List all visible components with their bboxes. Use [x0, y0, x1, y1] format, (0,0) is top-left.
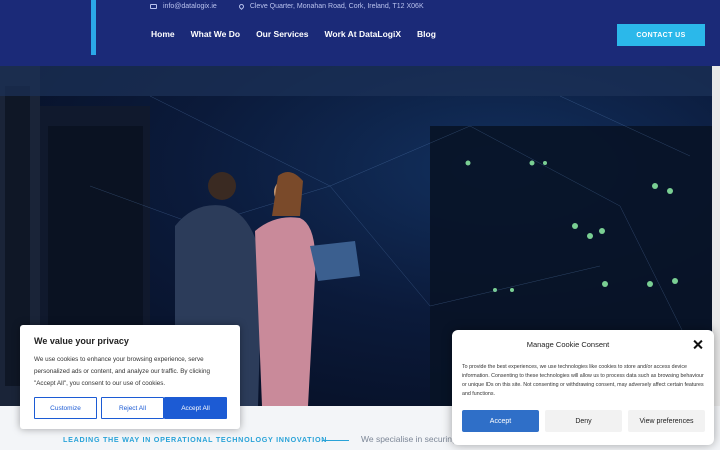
intro-tagline: LEADING THE WAY IN OPERATIONAL TECHNOLOG… — [63, 435, 328, 444]
view-preferences-button[interactable]: View preferences — [628, 410, 705, 432]
consent-accept-button[interactable]: Accept — [462, 410, 539, 432]
intro-text: We specialise in securing — [361, 434, 457, 444]
site-header: info@datalogix.ie Cleve Quarter, Monahan… — [0, 0, 720, 66]
main-nav: Home What We Do Our Services Work At Dat… — [151, 29, 436, 39]
mail-icon — [150, 4, 157, 9]
contact-us-button[interactable]: CONTACT US — [617, 24, 705, 46]
cookie-consent-dialog: Manage Cookie Consent To provide the bes… — [452, 330, 714, 445]
privacy-title: We value your privacy — [34, 336, 129, 346]
nav-what-we-do[interactable]: What We Do — [191, 29, 240, 39]
location-pin-icon — [237, 2, 245, 11]
page: info@datalogix.ie Cleve Quarter, Monahan… — [0, 0, 720, 450]
nav-blog[interactable]: Blog — [417, 29, 436, 39]
customize-button[interactable]: Customize — [34, 397, 97, 419]
privacy-banner: We value your privacy We use cookies to … — [20, 325, 240, 429]
close-icon[interactable] — [692, 339, 704, 351]
header-accent-bar — [91, 0, 96, 55]
tagline-divider — [322, 440, 349, 441]
consent-body: To provide the best experiences, we use … — [462, 364, 704, 397]
consent-deny-button[interactable]: Deny — [545, 410, 622, 432]
contact-address: Cleve Quarter, Monahan Road, Cork, Irela… — [249, 3, 424, 10]
accept-all-button[interactable]: Accept All — [164, 397, 227, 419]
reject-all-button[interactable]: Reject All — [101, 397, 164, 419]
contact-email[interactable]: info@datalogix.ie — [163, 3, 217, 10]
nav-work-at-datalogix[interactable]: Work At DataLogiX — [325, 29, 402, 39]
contact-info-bar: info@datalogix.ie Cleve Quarter, Monahan… — [150, 2, 424, 11]
nav-our-services[interactable]: Our Services — [256, 29, 308, 39]
nav-home[interactable]: Home — [151, 29, 175, 39]
consent-title: Manage Cookie Consent — [526, 340, 610, 349]
privacy-body: We use cookies to enhance your browsing … — [34, 356, 210, 387]
